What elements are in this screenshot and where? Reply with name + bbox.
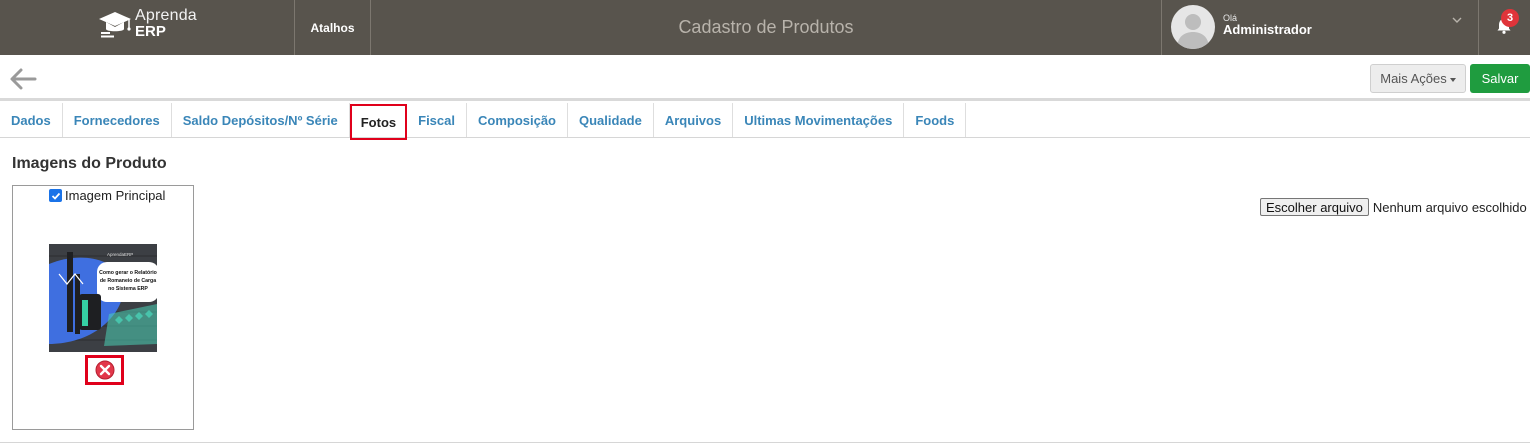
more-actions-label: Mais Ações <box>1380 71 1447 86</box>
main-image-checkbox[interactable] <box>49 189 62 202</box>
logo-text-erp: ERP <box>135 23 166 40</box>
shortcuts-button[interactable]: Atalhos <box>295 0 370 55</box>
main-image-option[interactable]: Imagem Principal <box>49 188 165 203</box>
action-toolbar: Mais Ações Salvar <box>0 55 1530 101</box>
tab-fornecedores[interactable]: Fornecedores <box>63 103 172 137</box>
main-image-label: Imagem Principal <box>65 188 166 203</box>
product-image-thumbnail[interactable]: Como gerar o Relatório de Romaneio de Ca… <box>49 244 157 352</box>
user-menu[interactable]: Olá Administrador <box>1161 0 1478 55</box>
more-actions-dropdown[interactable]: Mais Ações <box>1370 64 1466 93</box>
tab-dados[interactable]: Dados <box>0 103 63 137</box>
choose-file-button[interactable]: Escolher arquivo <box>1260 198 1369 216</box>
avatar <box>1171 5 1215 49</box>
tab-arquivos[interactable]: Arquivos <box>654 103 734 137</box>
notification-badge: 3 <box>1501 9 1519 27</box>
tab-fotos[interactable]: Fotos <box>349 104 408 140</box>
file-status-text: Nenhum arquivo escolhido <box>1372 199 1527 215</box>
top-bar: Aprenda ERP Atalhos Cadastro de Produtos… <box>0 0 1530 55</box>
product-image-card: Imagem Principal Como gerar o Relatório … <box>12 185 194 430</box>
tab-ultimas-movimentacoes[interactable]: Ultimas Movimentações <box>733 103 905 137</box>
caret-down-icon <box>1449 77 1456 82</box>
delete-icon <box>95 360 114 380</box>
product-tabs: Dados Fornecedores Saldo Depósitos/Nº Sé… <box>0 103 1530 140</box>
thumbnail-line-3: no Sistema ERP <box>108 286 148 292</box>
section-title: Imagens do Produto <box>12 155 167 172</box>
chevron-down-icon <box>1452 17 1462 23</box>
notifications-button[interactable]: 3 <box>1479 0 1530 55</box>
tab-composicao[interactable]: Composição <box>467 103 568 137</box>
tab-saldo-depositos[interactable]: Saldo Depósitos/Nº Série <box>172 103 350 137</box>
delete-image-button[interactable] <box>85 355 124 385</box>
app-logo[interactable]: Aprenda ERP <box>98 6 208 46</box>
divider <box>0 442 1530 443</box>
checkmark-icon <box>51 192 60 200</box>
tab-qualidade[interactable]: Qualidade <box>568 103 654 137</box>
back-arrow-icon[interactable] <box>9 67 37 91</box>
tab-foods[interactable]: Foods <box>904 103 967 137</box>
tab-fiscal[interactable]: Fiscal <box>407 103 467 137</box>
graduation-cap-icon <box>99 12 131 38</box>
product-image: Como gerar o Relatório de Romaneio de Ca… <box>49 244 157 352</box>
thumbnail-logo: AprendaERP <box>107 252 133 257</box>
thumbnail-line-1: Como gerar o Relatório <box>99 270 157 276</box>
file-upload: Escolher arquivo Nenhum arquivo escolhid… <box>1260 198 1527 216</box>
save-button[interactable]: Salvar <box>1470 64 1530 93</box>
user-name: Administrador <box>1223 22 1312 37</box>
thumbnail-line-2: de Romaneio de Carga <box>100 278 156 284</box>
user-silhouette-icon <box>1177 14 1209 49</box>
page-title: Cadastro de Produtos <box>678 17 854 37</box>
